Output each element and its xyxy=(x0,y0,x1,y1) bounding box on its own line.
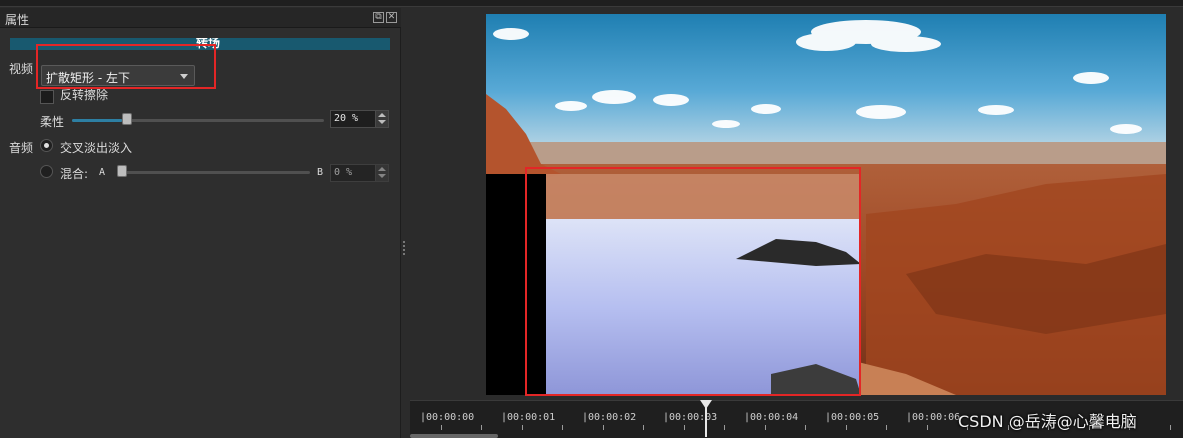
minor-tick xyxy=(562,425,563,430)
mix-spin-buttons[interactable] xyxy=(375,165,388,181)
audio-label: 音频 xyxy=(9,141,34,155)
mix-b-label: B xyxy=(317,167,324,178)
mix-radio[interactable] xyxy=(40,165,53,178)
minor-tick xyxy=(643,425,644,430)
preview-highlight-box xyxy=(525,167,861,396)
crossfade-label: 交叉淡出淡入 xyxy=(60,141,133,155)
tick-label: |00:00:06 xyxy=(906,412,961,423)
softness-slider-handle[interactable] xyxy=(122,113,133,125)
mix-label: 混合: xyxy=(60,167,89,181)
mix-slider-handle[interactable] xyxy=(117,165,127,177)
minor-tick xyxy=(684,425,685,430)
float-icon[interactable]: ⧉ xyxy=(373,12,384,23)
minor-tick xyxy=(522,425,523,430)
softness-value: 20 % xyxy=(334,113,359,124)
mix-a-label: A xyxy=(99,167,106,178)
minor-tick xyxy=(765,425,766,430)
spin-up-icon[interactable] xyxy=(378,167,386,171)
mix-spinbox[interactable]: 0 % xyxy=(330,164,389,182)
minor-tick xyxy=(724,425,725,430)
mix-slider[interactable] xyxy=(117,171,310,174)
minor-tick xyxy=(846,425,847,430)
timeline-scrollbar[interactable] xyxy=(410,434,498,438)
softness-spin-buttons[interactable] xyxy=(375,111,388,127)
close-icon[interactable]: ✕ xyxy=(386,12,397,23)
panel-header: 属性 ⧉ ✕ xyxy=(0,8,401,28)
radio-selected-dot xyxy=(44,143,49,148)
panel-title: 属性 xyxy=(5,13,30,27)
tick-label: |00:00:04 xyxy=(744,412,799,423)
tick-label: |00:00:00 xyxy=(420,412,475,423)
minor-tick xyxy=(1170,425,1171,430)
properties-panel: 属性 ⧉ ✕ 转场 视频 扩散矩形 - 左下 反转擦除 柔性 20 % 音频 交… xyxy=(0,8,401,438)
minor-tick xyxy=(927,425,928,430)
softness-spinbox[interactable]: 20 % xyxy=(330,110,389,128)
spin-up-icon[interactable] xyxy=(378,113,386,117)
video-label: 视频 xyxy=(9,62,34,76)
playhead-icon[interactable] xyxy=(700,400,712,409)
tick-label: |00:00:02 xyxy=(582,412,637,423)
top-toolbar-strip xyxy=(0,0,1183,7)
reverse-wipe-checkbox[interactable] xyxy=(40,90,54,104)
tick-label: |00:00:03 xyxy=(663,412,718,423)
minor-tick xyxy=(481,425,482,430)
watermark: CSDN @岳涛@心馨电脑 xyxy=(958,412,1137,431)
crossfade-radio[interactable] xyxy=(40,139,53,152)
spin-down-icon[interactable] xyxy=(378,120,386,124)
minor-tick xyxy=(805,425,806,430)
dropdown-highlight-box xyxy=(36,44,216,89)
minor-tick xyxy=(603,425,604,430)
minor-tick xyxy=(886,425,887,430)
softness-slider-fill xyxy=(72,119,123,122)
tick-label: |00:00:01 xyxy=(501,412,556,423)
softness-slider[interactable] xyxy=(72,119,324,122)
tick-label: |00:00:05 xyxy=(825,412,880,423)
spin-down-icon[interactable] xyxy=(378,174,386,178)
minor-tick xyxy=(441,425,442,430)
mix-value: 0 % xyxy=(334,167,353,178)
softness-label: 柔性 xyxy=(40,115,65,129)
